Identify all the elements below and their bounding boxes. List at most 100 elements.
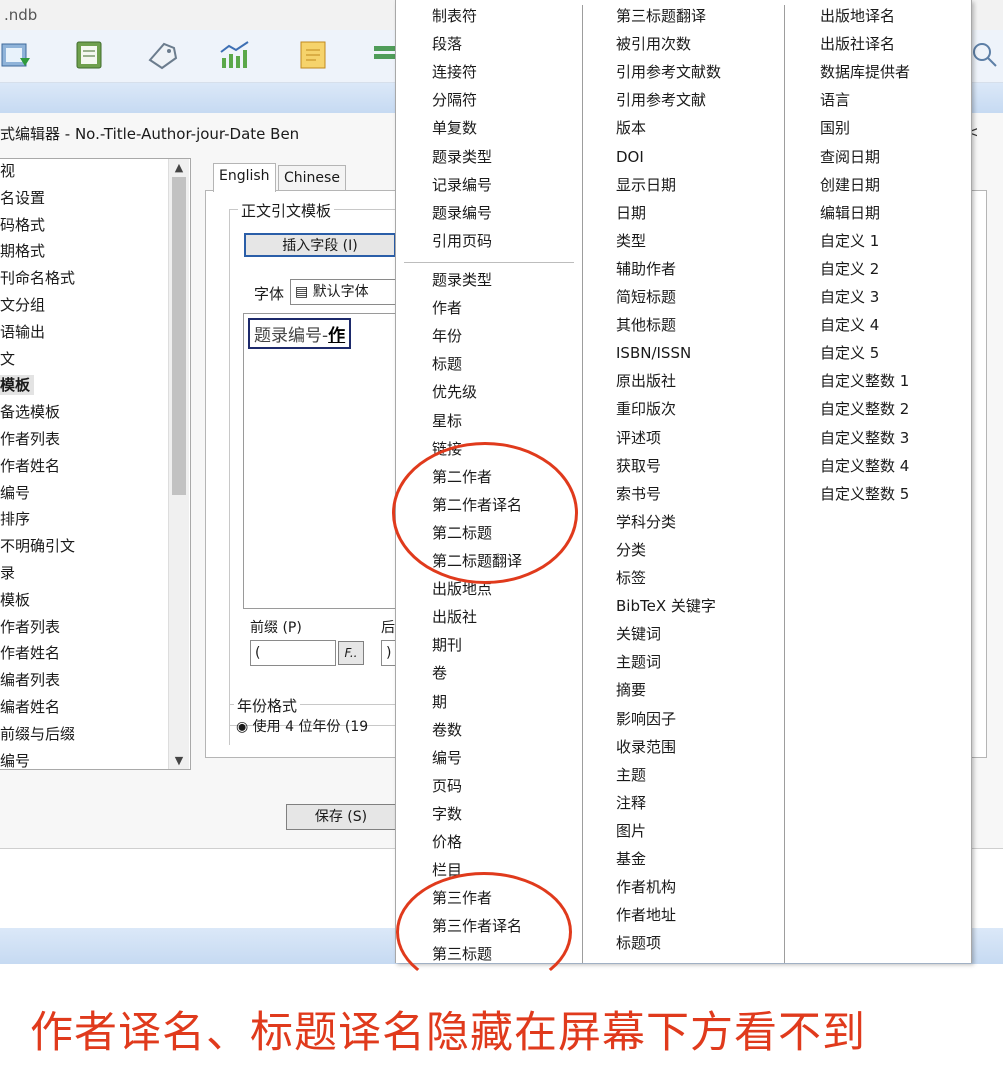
- prefix-input[interactable]: (: [250, 640, 336, 666]
- tree-item[interactable]: 备选模板: [0, 402, 64, 422]
- menu-item[interactable]: 类型: [616, 231, 646, 251]
- menu-item[interactable]: 数据库提供者: [820, 62, 910, 82]
- menu-item[interactable]: 题录类型: [432, 147, 492, 167]
- menu-item[interactable]: 编辑日期: [820, 203, 880, 223]
- tree-item[interactable]: 作者列表: [0, 429, 64, 449]
- menu-item[interactable]: 编号: [432, 748, 462, 768]
- menu-item[interactable]: 引用参考文献: [616, 90, 706, 110]
- menu-item[interactable]: 价格: [432, 832, 462, 852]
- tree-item[interactable]: 编号: [0, 483, 34, 503]
- note-icon[interactable]: [296, 38, 330, 72]
- menu-item[interactable]: 重印版次: [616, 399, 676, 419]
- year-option[interactable]: ◉ 使用 4 位年份 (19: [236, 716, 368, 736]
- menu-item[interactable]: 辅助作者: [616, 259, 676, 279]
- menu-item[interactable]: 段落: [432, 34, 462, 54]
- import-icon[interactable]: [0, 38, 34, 72]
- tree-item[interactable]: 作者姓名: [0, 643, 64, 663]
- tab-english[interactable]: English: [213, 163, 276, 192]
- menu-item[interactable]: 主题词: [616, 652, 661, 672]
- menu-item[interactable]: 题录类型: [432, 270, 492, 290]
- tree-item[interactable]: 码格式: [0, 215, 49, 235]
- tree-item[interactable]: 模板: [0, 590, 34, 610]
- menu-item[interactable]: 查阅日期: [820, 147, 880, 167]
- scroll-up-icon[interactable]: ▲: [169, 161, 189, 174]
- menu-item[interactable]: 自定义 4: [820, 315, 879, 335]
- menu-item[interactable]: 卷数: [432, 720, 462, 740]
- menu-item[interactable]: 索书号: [616, 484, 661, 504]
- tree-item[interactable]: 编者姓名: [0, 697, 64, 717]
- menu-item[interactable]: 分类: [616, 540, 646, 560]
- template-editor[interactable]: 题录编号-作: [243, 313, 405, 609]
- clipboard-icon[interactable]: [72, 38, 106, 72]
- menu-item[interactable]: 自定义 2: [820, 259, 879, 279]
- menu-item[interactable]: 优先级: [432, 382, 477, 402]
- tree-item[interactable]: 名设置: [0, 188, 49, 208]
- menu-item[interactable]: 其他标题: [616, 315, 676, 335]
- menu-item[interactable]: 语言: [820, 90, 850, 110]
- search-icon[interactable]: [968, 38, 1002, 72]
- menu-item[interactable]: 标签: [616, 568, 646, 588]
- menu-item[interactable]: 收录范围: [616, 737, 676, 757]
- tree-item[interactable]: 录: [0, 563, 19, 583]
- menu-item[interactable]: 出版社: [432, 607, 477, 627]
- menu-item[interactable]: 图片: [616, 821, 646, 841]
- menu-item[interactable]: 作者: [432, 298, 462, 318]
- menu-item[interactable]: 引用参考文献数: [616, 62, 721, 82]
- tree-item[interactable]: 期格式: [0, 241, 49, 261]
- scroll-thumb[interactable]: [172, 177, 186, 495]
- chart-icon[interactable]: [218, 38, 252, 72]
- menu-item[interactable]: 被引用次数: [616, 34, 691, 54]
- menu-item[interactable]: 注释: [616, 793, 646, 813]
- menu-item[interactable]: 国别: [820, 118, 850, 138]
- tree-item[interactable]: 作者姓名: [0, 456, 64, 476]
- menu-item[interactable]: 自定义整数 4: [820, 456, 909, 476]
- font-select[interactable]: ▤ 默认字体: [290, 279, 400, 305]
- menu-item[interactable]: ISBN/ISSN: [616, 343, 691, 363]
- menu-item[interactable]: 记录编号: [432, 175, 492, 195]
- menu-item[interactable]: 卷: [432, 663, 447, 683]
- tree-item[interactable]: 编者列表: [0, 670, 64, 690]
- menu-item[interactable]: 自定义整数 2: [820, 399, 909, 419]
- menu-item[interactable]: 日期: [616, 203, 646, 223]
- scroll-down-icon[interactable]: ▼: [169, 754, 189, 767]
- menu-item[interactable]: 第三标题翻译: [616, 6, 706, 26]
- tree-item[interactable]: 文: [0, 349, 19, 369]
- menu-item[interactable]: 版本: [616, 118, 646, 138]
- tree-item[interactable]: 刊命名格式: [0, 268, 79, 288]
- insert-field-button[interactable]: 插入字段 (I): [244, 233, 396, 257]
- menu-item[interactable]: 原出版社: [616, 371, 676, 391]
- menu-item[interactable]: 出版社译名: [820, 34, 895, 54]
- menu-item[interactable]: 单复数: [432, 118, 477, 138]
- tree-scrollbar[interactable]: ▲ ▼: [168, 159, 189, 769]
- menu-item[interactable]: 基金: [616, 849, 646, 869]
- menu-item[interactable]: 自定义 1: [820, 231, 879, 251]
- menu-item[interactable]: 创建日期: [820, 175, 880, 195]
- tree-item[interactable]: 模板: [0, 375, 35, 396]
- menu-item[interactable]: 页码: [432, 776, 462, 796]
- tag-icon[interactable]: [146, 38, 180, 72]
- menu-item[interactable]: 显示日期: [616, 175, 676, 195]
- radio-selected-icon[interactable]: ◉: [236, 719, 248, 735]
- menu-item[interactable]: 主题: [616, 765, 646, 785]
- tree-item[interactable]: 文分组: [0, 295, 49, 315]
- tree-item[interactable]: 不明确引文: [0, 536, 79, 556]
- menu-item[interactable]: 年份: [432, 326, 462, 346]
- menu-item[interactable]: 获取号: [616, 456, 661, 476]
- tree-item[interactable]: 前缀与后缀: [0, 724, 79, 744]
- menu-item[interactable]: BibTeX 关键字: [616, 596, 716, 616]
- menu-item[interactable]: 星标: [432, 411, 462, 431]
- save-button[interactable]: 保存 (S): [286, 804, 396, 830]
- tab-chinese[interactable]: Chinese: [278, 165, 346, 192]
- menu-item[interactable]: 自定义 5: [820, 343, 879, 363]
- menu-item[interactable]: 关键词: [616, 624, 661, 644]
- menu-item[interactable]: 标题: [432, 354, 462, 374]
- tree-item[interactable]: 视: [0, 161, 19, 181]
- menu-item[interactable]: 分隔符: [432, 90, 477, 110]
- menu-item[interactable]: 标题项: [616, 933, 661, 953]
- menu-item[interactable]: 制表符: [432, 6, 477, 26]
- menu-item[interactable]: 自定义 3: [820, 287, 879, 307]
- tree-item[interactable]: 语输出: [0, 322, 49, 342]
- menu-item[interactable]: 摘要: [616, 680, 646, 700]
- tree-item[interactable]: 作者列表: [0, 617, 64, 637]
- menu-item[interactable]: 连接符: [432, 62, 477, 82]
